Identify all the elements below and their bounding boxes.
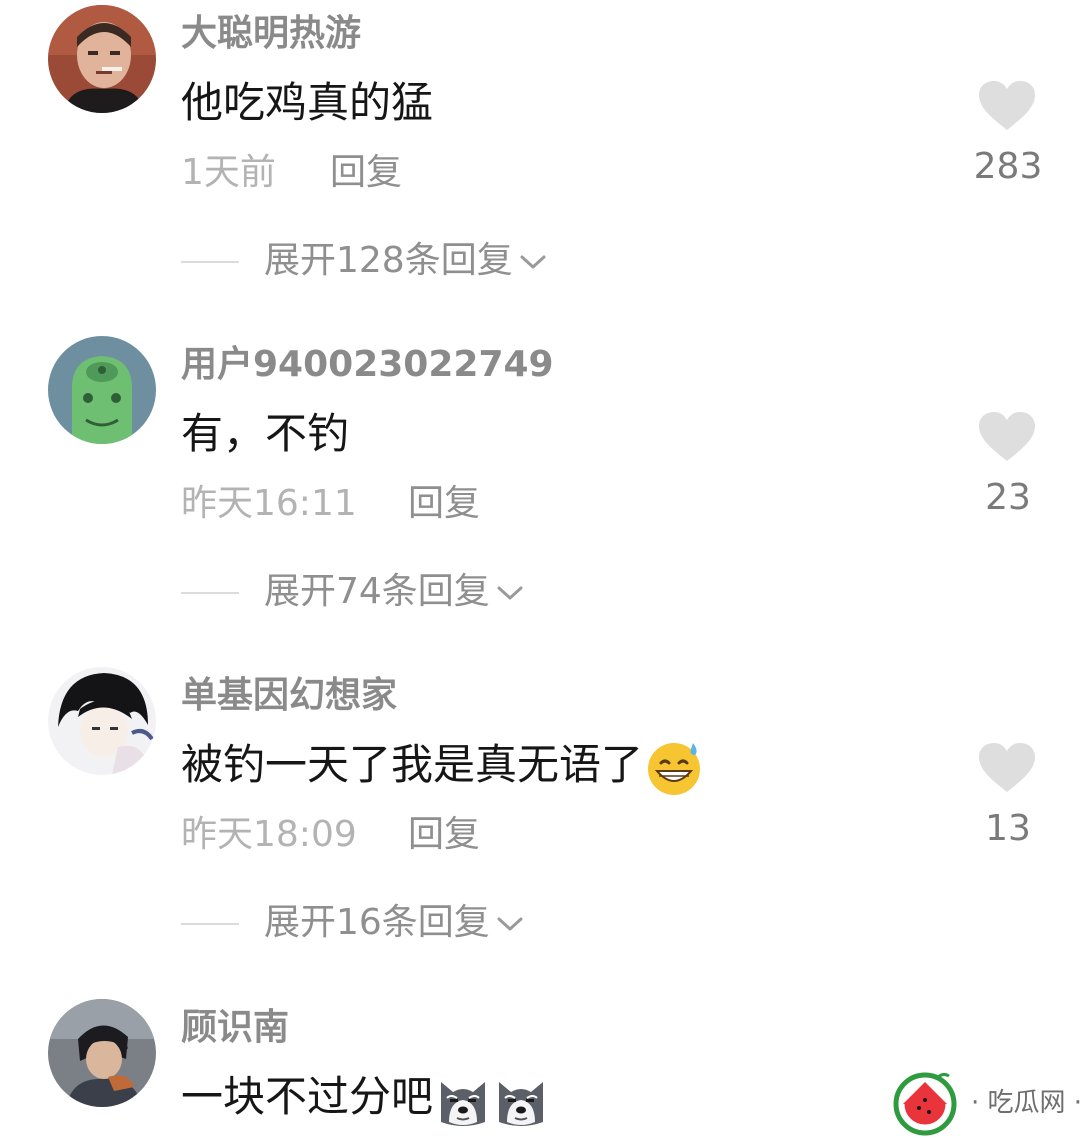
expand-replies-label: 展开74条回复 [264,571,490,612]
chevron-down-icon [497,586,523,600]
reply-button[interactable]: 回复 [330,148,402,198]
reply-button[interactable]: 回复 [408,479,480,529]
expand-replies-label: 展开16条回复 [264,902,490,943]
divider-line [181,923,239,925]
comment-text-body: 一块不过分吧 [181,1072,434,1121]
husky-dog-emoji-icon [499,1081,544,1126]
divider-line [181,592,239,594]
comment-username[interactable]: 大聪明热游 [181,12,361,56]
chevron-down-icon [497,917,523,931]
chevron-down-icon [520,255,546,269]
husky-dog-emoji-icon [441,1081,486,1126]
expand-replies-button[interactable]: 展开16条回复 [264,898,524,948]
heart-icon[interactable] [978,80,1036,132]
comment-username[interactable]: 顾识南 [181,1006,289,1050]
comment-username[interactable]: 单基因幻想家 [181,674,397,718]
expand-replies-button[interactable]: 展开128条回复 [264,236,547,286]
avatar[interactable] [48,667,156,775]
expand-replies-button[interactable]: 展开74条回复 [264,567,524,617]
comment-text: 一块不过分吧 [181,1070,549,1128]
watermelon-icon [893,1072,957,1136]
divider-line [181,261,239,263]
watermark: · 吃瓜网 · [893,1068,1080,1138]
avatar[interactable] [48,336,156,444]
like-count: 283 [973,146,1043,187]
expand-replies-label: 展开128条回复 [264,240,513,281]
watermark-text: · 吃瓜网 · [971,1088,1080,1118]
heart-icon[interactable] [978,742,1036,794]
grinning-sweat-emoji-icon [648,742,701,795]
comment-time: 昨天16:11 [181,483,357,524]
comment-text: 他吃鸡真的猛 [181,78,434,127]
avatar[interactable] [48,999,156,1107]
comment-text: 被钓一天了我是真无语了 [181,738,703,797]
comment-username[interactable]: 用户940023022749 [181,343,554,387]
reply-button[interactable]: 回复 [408,810,480,860]
like-count: 23 [985,477,1031,518]
heart-icon[interactable] [978,411,1036,463]
comment-time: 昨天18:09 [181,814,357,855]
comment-text: 有，不钓 [181,409,350,458]
comment-time: 1天前 [181,152,276,193]
avatar[interactable] [48,5,156,113]
comment-text-body: 被钓一天了我是真无语了 [181,740,644,789]
like-count: 13 [985,808,1031,849]
